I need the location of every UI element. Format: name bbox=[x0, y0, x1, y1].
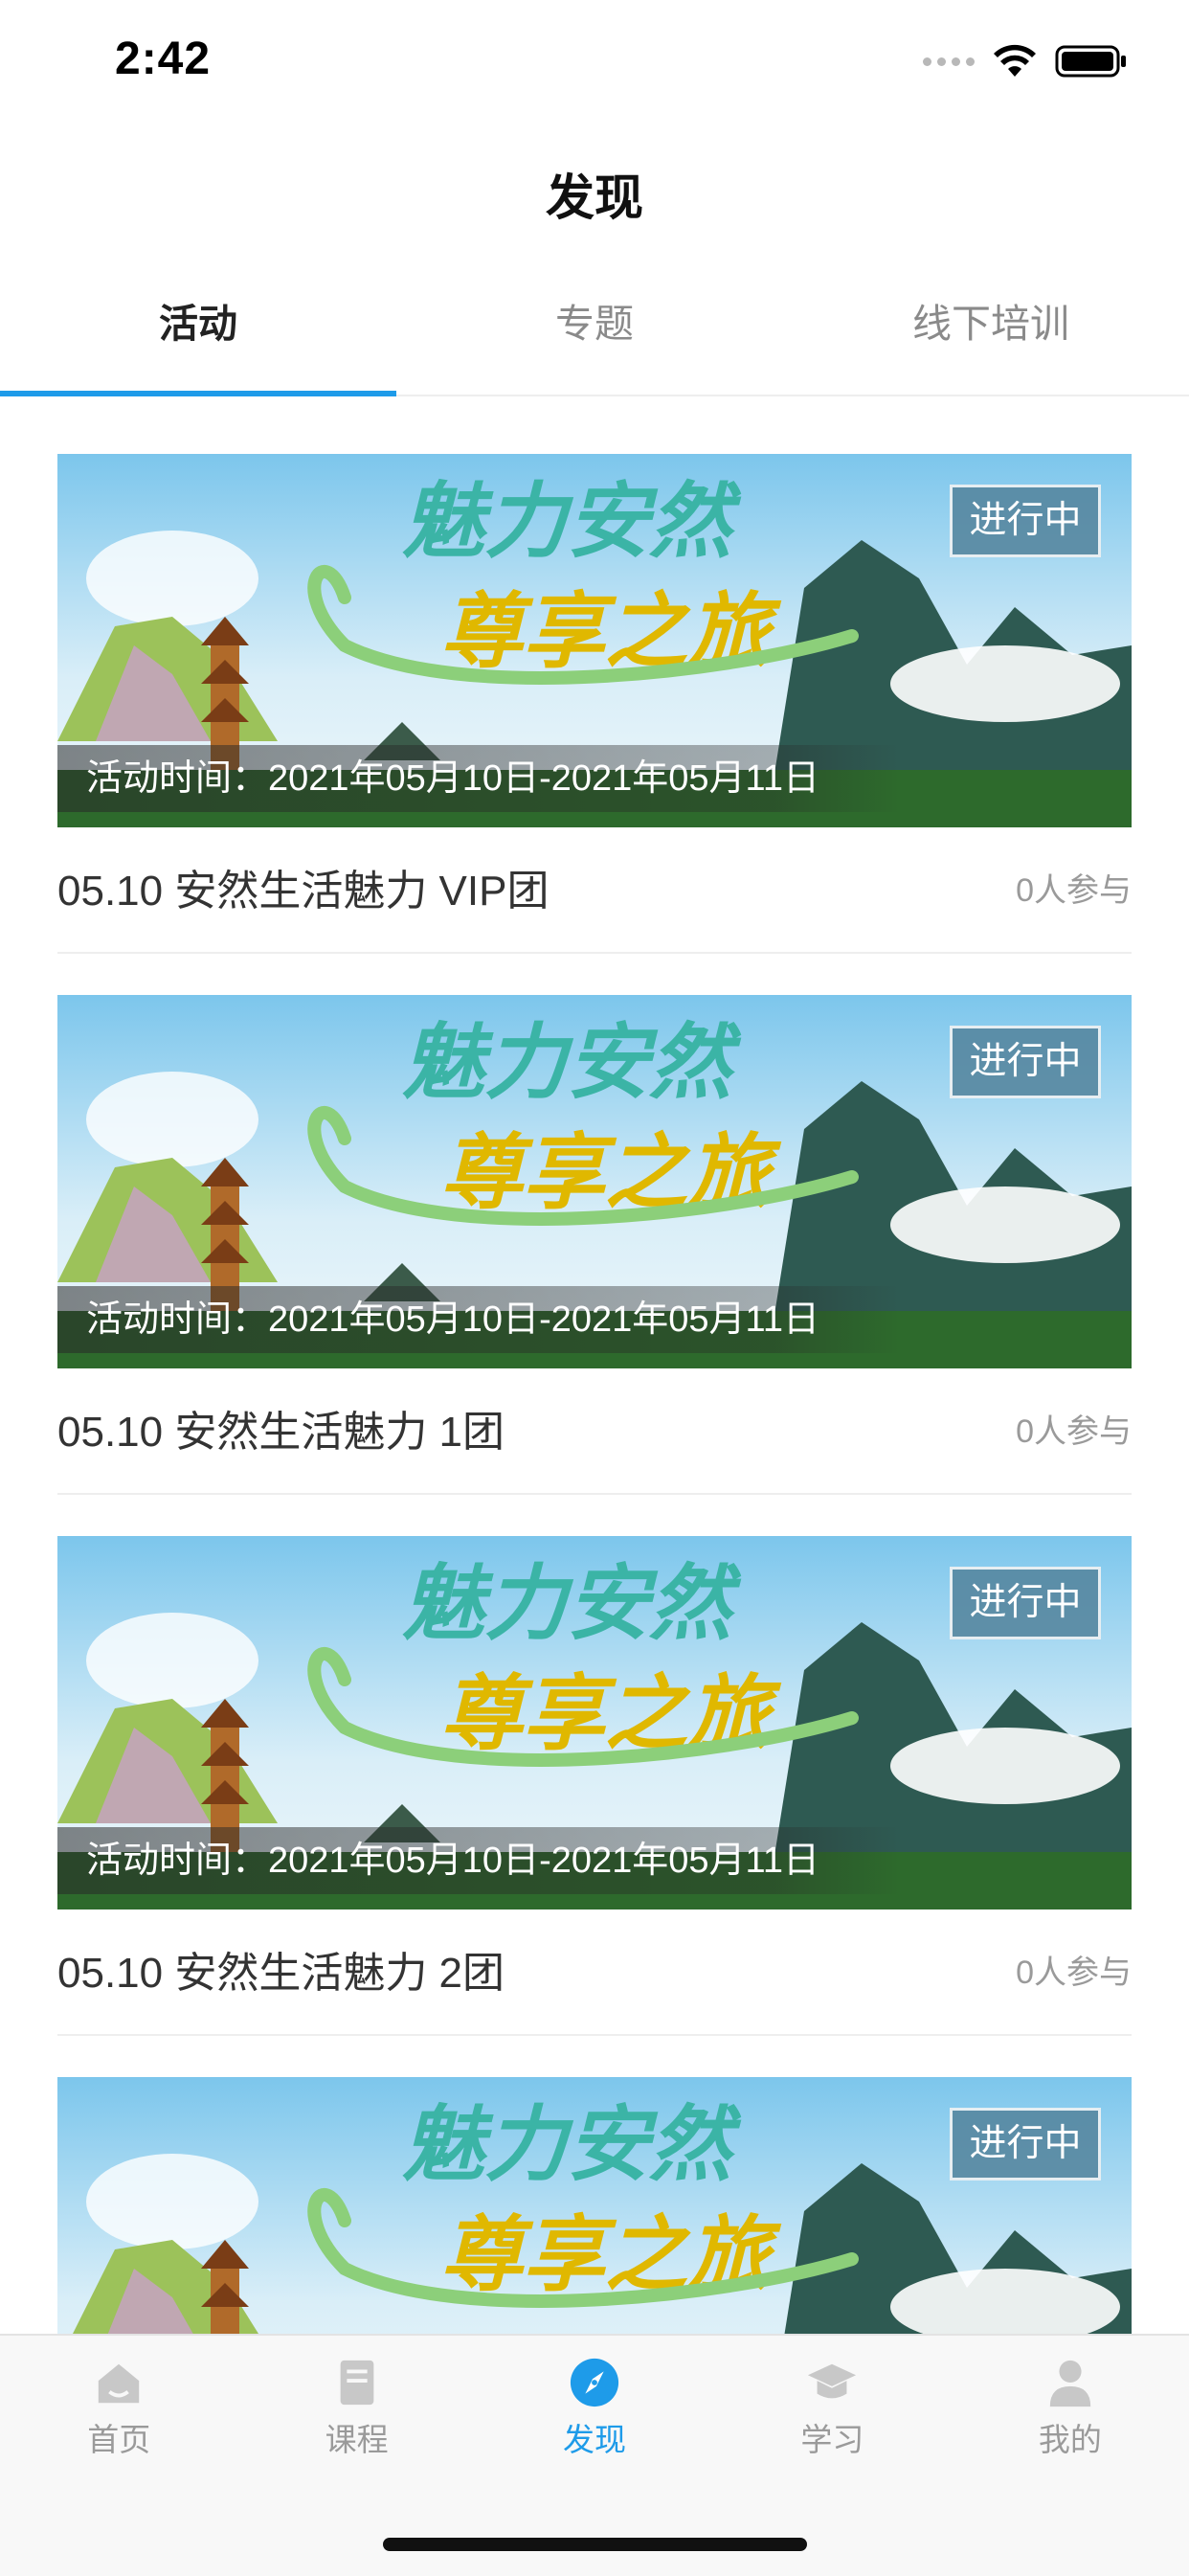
activity-time: 活动时间：2021年05月10日-2021年05月11日 bbox=[57, 1286, 900, 1353]
bottom-tab-me[interactable]: 我的 bbox=[952, 2336, 1189, 2460]
tab-active-underline bbox=[0, 391, 396, 396]
tab-activities[interactable]: 活动 bbox=[0, 270, 396, 396]
wifi-icon bbox=[994, 44, 1036, 77]
status-badge: 进行中 bbox=[950, 1026, 1101, 1098]
home-indicator[interactable] bbox=[383, 2538, 807, 2551]
status-bar: 2:42 bbox=[0, 0, 1189, 126]
activity-card[interactable]: 魅力安然 尊享之旅 进行中 活动时间：2021年05月10日-2021年05月1… bbox=[57, 1536, 1132, 2036]
tab-topics[interactable]: 专题 bbox=[396, 270, 793, 395]
bottom-tab-courses[interactable]: 课程 bbox=[237, 2336, 475, 2460]
tab-offline-training[interactable]: 线下培训 bbox=[793, 270, 1189, 395]
activity-card[interactable]: 魅力安然 尊享之旅 进行中 活动时间：2021年05月10日-2021年05月1… bbox=[57, 995, 1132, 1495]
tab-label: 线下培训 bbox=[912, 302, 1069, 346]
activity-title: 05.10 安然生活魅力 2团 bbox=[57, 1950, 505, 1997]
activity-info: 05.10 安然生活魅力 2团 0人参与 bbox=[57, 1909, 1132, 2036]
activity-time: 活动时间：2021年05月10日-2021年05月11日 bbox=[57, 1827, 900, 1894]
participants-count: 0人参与 bbox=[1016, 1413, 1132, 1450]
status-badge: 进行中 bbox=[950, 485, 1101, 557]
bottom-tab-label: 学习 bbox=[800, 2422, 864, 2457]
page-title: 发现 bbox=[545, 170, 643, 225]
home-icon bbox=[98, 2363, 140, 2404]
bottom-tab-home[interactable]: 首页 bbox=[0, 2336, 237, 2460]
activity-banner[interactable]: 魅力安然 尊享之旅 进行中 活动时间：2021年05月10日-2021年05月1… bbox=[57, 454, 1132, 827]
bottom-tab-label: 课程 bbox=[325, 2422, 389, 2457]
activity-card[interactable]: 魅力安然 尊享之旅 进行中 活动时间：2021年05月10日-2021年05月1… bbox=[57, 454, 1132, 954]
bottom-tab-study[interactable]: 学习 bbox=[713, 2336, 951, 2460]
participants-count: 0人参与 bbox=[1016, 872, 1132, 909]
graduation-cap-icon bbox=[808, 2363, 857, 2399]
banner-slogan-top: 魅力安然 bbox=[402, 1556, 742, 1652]
compass-icon bbox=[570, 2358, 619, 2407]
participants-count: 0人参与 bbox=[1016, 1955, 1132, 1991]
status-badge: 进行中 bbox=[950, 1567, 1101, 1639]
tab-label: 专题 bbox=[555, 302, 634, 346]
battery-icon bbox=[1055, 45, 1126, 78]
status-icons bbox=[923, 42, 1128, 80]
bottom-tab-discover[interactable]: 发现 bbox=[476, 2336, 713, 2460]
bottom-tab-label: 首页 bbox=[87, 2422, 151, 2457]
person-icon bbox=[1049, 2360, 1091, 2407]
banner-slogan-top: 魅力安然 bbox=[402, 2097, 742, 2193]
activity-info: 05.10 安然生活魅力 VIP团 0人参与 bbox=[57, 827, 1132, 954]
activity-title: 05.10 安然生活魅力 1团 bbox=[57, 1409, 505, 1456]
bottom-tab-label: 我的 bbox=[1038, 2422, 1102, 2457]
activity-title: 05.10 安然生活魅力 VIP团 bbox=[57, 868, 550, 915]
activity-banner[interactable]: 魅力安然 尊享之旅 进行中 活动时间：2021年05月10日-2021年05月1… bbox=[57, 1536, 1132, 1909]
activity-time: 活动时间：2021年05月10日-2021年05月11日 bbox=[57, 745, 900, 812]
activity-banner[interactable]: 魅力安然 尊享之旅 进行中 活动时间：2021年05月10日-2021年05月1… bbox=[57, 995, 1132, 1368]
banner-slogan-top: 魅力安然 bbox=[402, 474, 742, 570]
tab-label: 活动 bbox=[159, 302, 237, 346]
status-badge: 进行中 bbox=[950, 2108, 1101, 2181]
bottom-tab-label: 发现 bbox=[563, 2422, 627, 2457]
category-tabs: 活动 专题 线下培训 bbox=[0, 270, 1189, 396]
activity-info: 05.10 安然生活魅力 1团 0人参与 bbox=[57, 1368, 1132, 1495]
banner-slogan-top: 魅力安然 bbox=[402, 1015, 742, 1111]
cellular-signal-icon bbox=[923, 56, 975, 66]
status-time: 2:42 bbox=[115, 34, 212, 84]
book-icon bbox=[340, 2360, 373, 2406]
